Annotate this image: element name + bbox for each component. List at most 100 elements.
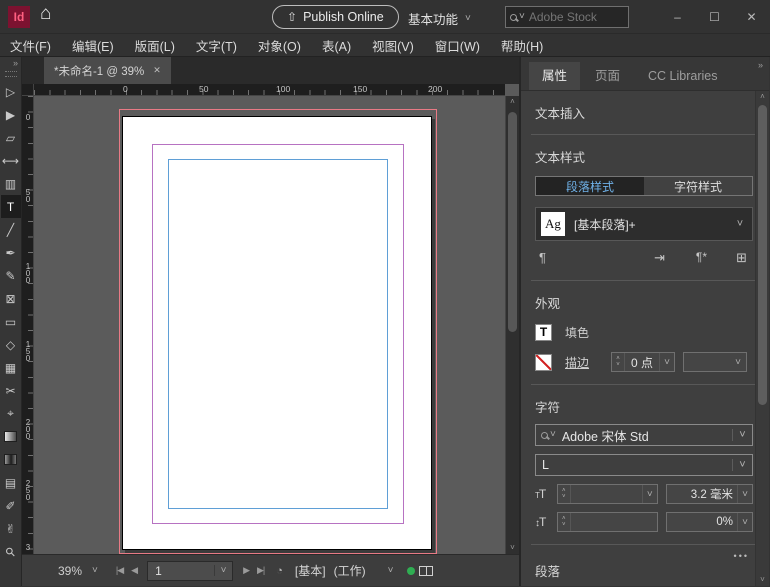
chevron-down-icon[interactable]: ˅	[732, 459, 752, 471]
zoom-tool[interactable]: ⚲	[1, 540, 21, 563]
chevron-down-icon[interactable]: ˅	[214, 565, 232, 576]
stroke-weight-value[interactable]: 0 点	[625, 353, 659, 371]
zoom-level[interactable]: 39%	[58, 564, 82, 578]
tab-properties[interactable]: 属性	[529, 62, 580, 90]
gap-tool[interactable]: ⟷	[1, 149, 21, 172]
stroke-none-swatch-icon[interactable]	[535, 354, 552, 371]
close-button[interactable]: ✕	[733, 0, 770, 34]
pencil-tool[interactable]: ✎	[1, 264, 21, 287]
rectangle-tool[interactable]: ▭	[1, 310, 21, 333]
clear-overrides-icon[interactable]: ¶*	[696, 250, 707, 264]
font-family-dropdown[interactable]: ˅ Adobe 宋体 Std ˅	[535, 424, 753, 446]
content-collector-tool[interactable]: ▥	[1, 172, 21, 195]
preflight-preset[interactable]: [基本]	[295, 562, 326, 579]
fill-label[interactable]: 填色	[565, 324, 589, 341]
character-styles-tab[interactable]: 字符样式	[644, 177, 752, 195]
maximize-button[interactable]: ☐	[696, 0, 733, 34]
gradient-swatch-icon	[4, 431, 17, 442]
more-options-icon[interactable]: •••	[734, 551, 749, 561]
menu-help[interactable]: 帮助(H)	[501, 36, 543, 55]
text-frame[interactable]	[168, 159, 388, 509]
new-style-icon[interactable]: ⊞	[736, 250, 747, 266]
pasteboard[interactable]	[34, 96, 505, 554]
font-search[interactable]: ˅	[536, 430, 556, 440]
font-style-dropdown[interactable]: L ˅	[535, 454, 753, 476]
menu-file[interactable]: 文件(F)	[10, 36, 51, 55]
stepper-icon[interactable]: ˄˅	[612, 353, 625, 371]
tracking-dropdown[interactable]: 0% ˅	[666, 512, 753, 532]
menu-edit[interactable]: 编辑(E)	[72, 36, 114, 55]
ruler-origin-corner[interactable]	[22, 84, 34, 96]
font-size-dropdown[interactable]: ˄˅ ˅	[557, 484, 658, 504]
paragraph-style-dropdown[interactable]: Ag [基本段落]+ ˅	[535, 207, 753, 241]
chevron-down-icon[interactable]: ˅	[732, 429, 752, 441]
redefine-style-icon[interactable]: ⇥	[654, 250, 665, 266]
table-tool[interactable]: ▦	[1, 356, 21, 379]
zoom-chevron-icon[interactable]: ˅	[92, 566, 98, 576]
page-tool[interactable]: ▱	[1, 126, 21, 149]
menu-object[interactable]: 对象(O)	[258, 36, 301, 55]
toolbar-grip[interactable]	[5, 71, 17, 77]
paragraph-styles-tab[interactable]: 段落样式	[536, 177, 644, 195]
menu-type[interactable]: 文字(T)	[196, 36, 237, 55]
polygon-tool[interactable]: ◇	[1, 333, 21, 356]
gradient-swatch-tool[interactable]	[1, 425, 21, 448]
scissors-tool[interactable]: ✂	[1, 379, 21, 402]
stepper-icon[interactable]: ˄˅	[558, 485, 571, 503]
fill-swatch-icon[interactable]: T	[535, 324, 552, 341]
publish-online-button[interactable]: ⇧ Publish Online	[272, 5, 399, 29]
chevron-down-icon[interactable]: ˅	[737, 485, 752, 503]
chevron-down-icon[interactable]: ˅	[737, 513, 752, 531]
scroll-down-arrow-icon[interactable]: ˅	[506, 542, 519, 554]
chevron-down-icon[interactable]: ˅	[388, 566, 394, 576]
pen-tool[interactable]: ✒	[1, 241, 21, 264]
scroll-up-arrow-icon[interactable]: ˄	[506, 96, 519, 108]
note-tool[interactable]: ▤	[1, 471, 21, 494]
scrollbar-thumb[interactable]	[758, 105, 767, 405]
home-icon[interactable]: ⌂	[40, 3, 51, 25]
free-transform-tool[interactable]: ⌖	[1, 402, 21, 425]
chevron-down-icon[interactable]: ˅	[642, 485, 657, 503]
chevron-down-icon[interactable]: ˅	[659, 353, 674, 371]
first-page-button[interactable]: |◀	[116, 565, 123, 576]
minimize-button[interactable]: –	[659, 0, 696, 34]
vertical-scale-dropdown[interactable]: ˄˅	[557, 512, 658, 532]
stroke-type-dropdown[interactable]: ˅	[683, 352, 747, 372]
type-tool[interactable]: T	[1, 195, 21, 218]
menu-table[interactable]: 表(A)	[322, 36, 351, 55]
menu-view[interactable]: 视图(V)	[372, 36, 414, 55]
scrollbar-thumb[interactable]	[508, 112, 517, 332]
document-vertical-scrollbar[interactable]: ˄ ˅	[505, 96, 519, 554]
tab-pages[interactable]: 页面	[582, 62, 633, 90]
hand-tool[interactable]: ✌	[1, 517, 21, 540]
preflight-icon[interactable]: ◔	[276, 565, 283, 577]
search-input[interactable]	[527, 9, 624, 25]
adobe-stock-search[interactable]: ˅	[505, 6, 629, 28]
tab-cc-libraries[interactable]: CC Libraries	[635, 62, 730, 90]
scroll-up-arrow-icon[interactable]: ˄	[756, 91, 769, 103]
panel-collapse-icon[interactable]: »	[758, 60, 763, 70]
gradient-feather-tool[interactable]	[1, 448, 21, 471]
stepper-icon[interactable]: ˄˅	[558, 513, 571, 531]
chevron-down-icon[interactable]: ˅	[728, 218, 752, 230]
direct-selection-tool[interactable]: ▶	[1, 103, 21, 126]
close-tab-icon[interactable]: ✕	[153, 65, 161, 76]
leading-dropdown[interactable]: 3.2 毫米 ˅	[666, 484, 753, 504]
previous-page-button[interactable]: ◀	[131, 565, 137, 576]
line-tool[interactable]: ╱	[1, 218, 21, 241]
page-number-field[interactable]: 1 ˅	[147, 561, 233, 581]
menu-layout[interactable]: 版面(L)	[135, 36, 175, 55]
next-page-button[interactable]: ▶	[243, 565, 249, 576]
toolbar-collapse-icon[interactable]: »	[13, 57, 21, 69]
rectangle-frame-tool[interactable]: ⊠	[1, 287, 21, 310]
menu-window[interactable]: 窗口(W)	[435, 36, 480, 55]
selection-tool[interactable]: ▷	[1, 80, 21, 103]
stroke-label[interactable]: 描边	[565, 354, 589, 371]
document-tab[interactable]: *未命名-1 @ 39% ✕	[44, 57, 171, 84]
eyedropper-tool[interactable]: ✐	[1, 494, 21, 517]
last-page-button[interactable]: ▶|	[257, 565, 264, 576]
panel-scrollbar[interactable]: ˄ ˅	[755, 91, 769, 586]
scroll-down-arrow-icon[interactable]: ˅	[756, 574, 769, 586]
paragraph-options-icon[interactable]: ¶	[539, 250, 546, 265]
workspace-switcher[interactable]: 基本功能 ˅	[408, 9, 471, 28]
